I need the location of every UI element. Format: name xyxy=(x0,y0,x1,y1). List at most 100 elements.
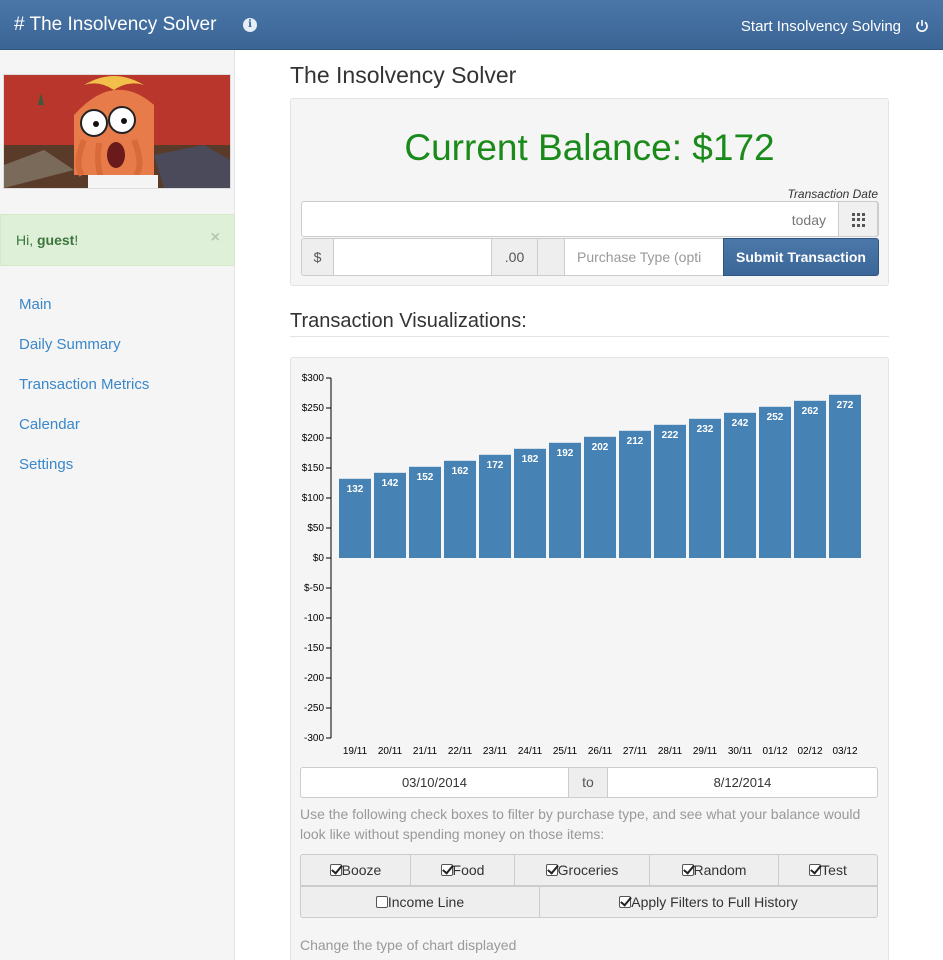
bar xyxy=(654,424,686,558)
sidebar-item-calendar[interactable]: Calendar xyxy=(19,416,149,456)
x-tick-label: 01/12 xyxy=(762,746,787,757)
bar xyxy=(724,412,756,558)
x-tick-label: 20/11 xyxy=(378,746,403,757)
filter-booze[interactable]: Booze xyxy=(300,854,411,886)
brand-title[interactable]: # The Insolvency Solver xyxy=(14,14,216,36)
bar-data-label: 272 xyxy=(837,400,854,411)
top-navbar: # The Insolvency Solver i Start Insolven… xyxy=(0,0,943,50)
sidebar-nav: Main Daily Summary Transaction Metrics C… xyxy=(19,296,149,496)
filter-test[interactable]: Test xyxy=(778,854,878,886)
filter-random[interactable]: Random xyxy=(649,854,779,886)
y-tick-label: $0 xyxy=(313,553,325,564)
current-balance: Current Balance: $172 xyxy=(404,127,775,168)
sidebar-item-main[interactable]: Main xyxy=(19,296,149,336)
x-tick-label: 19/11 xyxy=(343,746,368,757)
purchase-type-filters: Booze Food Groceries Random Test xyxy=(300,854,878,886)
bar-data-label: 142 xyxy=(382,478,399,489)
x-tick-label: 03/12 xyxy=(832,746,857,757)
cents-addon: .00 xyxy=(491,238,538,276)
sidebar-item-transaction-metrics[interactable]: Transaction Metrics xyxy=(19,376,149,416)
y-tick-label: $-50 xyxy=(304,583,324,594)
bar-data-label: 162 xyxy=(452,466,469,477)
x-tick-label: 26/11 xyxy=(588,746,613,757)
y-tick-label: -300 xyxy=(304,733,324,744)
bar-data-label: 212 xyxy=(627,436,644,447)
currency-addon: $ xyxy=(301,238,334,276)
checkbox-icon xyxy=(809,864,822,876)
x-tick-label: 21/11 xyxy=(413,746,438,757)
x-tick-label: 22/11 xyxy=(448,746,473,757)
page-title: The Insolvency Solver xyxy=(290,62,517,88)
bar xyxy=(619,430,651,558)
balance-bar-chart: $300 $250 $200 $150 $100 $50 $0 $-50 -100 -150 -20… xyxy=(302,373,861,757)
calendar-picker-button[interactable] xyxy=(838,201,878,237)
filter-help-text: Use the following check boxes to filter … xyxy=(300,806,861,842)
bar xyxy=(759,406,791,558)
date-range: 03/10/2014 to 8/12/2014 xyxy=(300,767,878,798)
x-tick-label: 25/11 xyxy=(553,746,578,757)
y-tick-label: $200 xyxy=(302,433,325,444)
power-icon[interactable] xyxy=(915,19,929,33)
x-tick-label: 27/11 xyxy=(623,746,648,757)
bar xyxy=(549,442,581,558)
checkbox-icon xyxy=(619,896,632,908)
username: guest xyxy=(37,232,75,248)
visualizations-heading: Transaction Visualizations: xyxy=(290,310,527,332)
bar-data-label: 202 xyxy=(592,442,609,453)
x-tick-label: 24/11 xyxy=(518,746,543,757)
range-start-input[interactable]: 03/10/2014 xyxy=(300,767,569,798)
option-income-line[interactable]: Income Line xyxy=(300,886,540,918)
submit-transaction-button[interactable]: Submit Transaction xyxy=(723,238,879,276)
transaction-input-row: $ .00 Purchase Type (opti Submit Transac… xyxy=(301,238,879,276)
date-placeholder: today xyxy=(791,212,826,228)
bar-data-label: 172 xyxy=(487,460,504,471)
bar xyxy=(514,448,546,558)
option-apply-filters-full-history[interactable]: Apply Filters to Full History xyxy=(539,886,878,918)
bar xyxy=(829,394,861,558)
x-tick-label: 23/11 xyxy=(483,746,508,757)
bar-data-label: 232 xyxy=(697,424,714,435)
bar xyxy=(584,436,616,558)
checkbox-icon xyxy=(545,864,558,876)
chart-options: Income Line Apply Filters to Full Histor… xyxy=(300,886,878,918)
y-tick-label: $50 xyxy=(307,523,324,534)
greeting-alert: Hi, guest! × xyxy=(0,214,235,266)
transaction-date-label: Transaction Date xyxy=(787,187,879,201)
y-tick-label: $100 xyxy=(302,493,325,504)
y-tick-label: $300 xyxy=(302,373,325,384)
checkbox-icon xyxy=(681,864,694,876)
divider xyxy=(290,336,889,337)
filter-groceries[interactable]: Groceries xyxy=(514,854,650,886)
bar-data-label: 242 xyxy=(732,418,749,429)
grid-icon xyxy=(852,213,866,227)
avatar-image xyxy=(3,74,231,189)
bar-data-label: 252 xyxy=(767,412,784,423)
amount-input[interactable] xyxy=(333,238,492,276)
y-tick-label: $150 xyxy=(302,463,325,474)
y-tick-label: -150 xyxy=(304,643,324,654)
transaction-date-input[interactable]: today xyxy=(301,201,879,237)
y-tick-label: -100 xyxy=(304,613,324,624)
bar-data-label: 152 xyxy=(417,472,434,483)
start-solving-link[interactable]: Start Insolvency Solving xyxy=(741,18,901,35)
info-icon[interactable]: i xyxy=(243,18,257,32)
sidebar-item-daily-summary[interactable]: Daily Summary xyxy=(19,336,149,376)
bar-data-label: 132 xyxy=(347,484,364,495)
y-tick-label: $250 xyxy=(302,403,325,414)
bar-data-label: 182 xyxy=(522,454,539,465)
bar-data-label: 222 xyxy=(662,430,679,441)
transaction-panel: Current Balance: $172 Transaction Date t… xyxy=(290,98,889,286)
filter-food[interactable]: Food xyxy=(410,854,515,886)
range-end-input[interactable]: 8/12/2014 xyxy=(607,767,878,798)
y-tick-label: -200 xyxy=(304,673,324,684)
checkbox-icon xyxy=(440,864,453,876)
x-tick-label: 02/12 xyxy=(797,746,822,757)
close-icon[interactable]: × xyxy=(211,229,220,247)
sidebar-item-settings[interactable]: Settings xyxy=(19,456,149,496)
purchase-type-input[interactable]: Purchase Type (opti xyxy=(564,238,724,276)
chart-type-label: Change the type of chart displayed xyxy=(300,937,517,953)
checkbox-icon xyxy=(375,896,388,908)
bar-data-label: 192 xyxy=(557,448,574,459)
checkbox-icon xyxy=(329,864,342,876)
bar-data-label: 262 xyxy=(802,406,819,417)
